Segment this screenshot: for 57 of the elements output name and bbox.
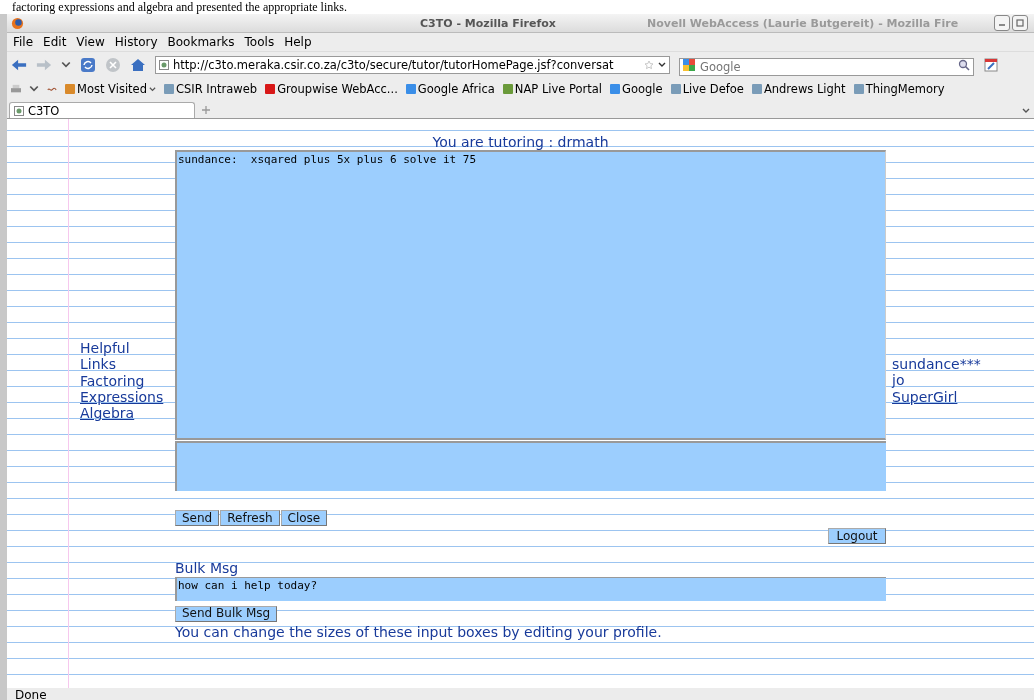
menu-item[interactable]: View [76, 35, 105, 49]
address-field[interactable]: http://c3to.meraka.csir.co.za/c3to/secure/tutor/tutorHomePage.jsf?conversat [155, 56, 670, 74]
user-link[interactable]: SuperGirl [892, 388, 981, 405]
menu-item[interactable]: File [13, 35, 34, 49]
bulk-message-input[interactable]: how can i help today? [175, 577, 886, 601]
tab-list-icon[interactable] [1022, 107, 1030, 115]
helpful-link[interactable]: Expressions [80, 388, 175, 406]
user-link[interactable]: sundance*** [892, 356, 981, 373]
message-input[interactable] [175, 441, 886, 491]
menu-item[interactable]: Edit [43, 35, 67, 49]
home-icon[interactable] [130, 57, 146, 73]
menu-item[interactable]: History [114, 35, 158, 49]
star-icon[interactable] [644, 60, 654, 70]
search-icon[interactable] [958, 59, 970, 71]
user-link[interactable]: jo [892, 372, 981, 389]
page-heading: You are tutoring : drmath [431, 134, 610, 150]
logout-button[interactable]: Logout [828, 528, 886, 544]
page-icon [14, 105, 24, 116]
menu-item[interactable]: Tools [244, 35, 275, 49]
new-tab-icon[interactable] [201, 105, 211, 115]
caret-icon[interactable] [658, 61, 666, 69]
bookmark-item[interactable]: Andrews Light [751, 82, 846, 96]
bookmark-item[interactable]: NAP Live Portal [502, 82, 603, 96]
dropdown-icon[interactable] [61, 60, 71, 70]
search-field[interactable]: Google [679, 58, 974, 76]
menu-item[interactable]: Help [284, 35, 312, 49]
caret-icon[interactable] [149, 85, 156, 93]
browser-tab[interactable]: C3TO [9, 102, 195, 118]
profile-note: You can change the sizes of these input boxes by editing your profile. [175, 623, 663, 641]
bookmark-item[interactable]: Most Visited [65, 82, 156, 96]
window-title: C3TO - Mozilla Firefox [420, 16, 556, 30]
bookmark-item[interactable]: Google Africa [405, 82, 495, 96]
back-icon[interactable] [11, 57, 27, 73]
helpful-link[interactable]: Factoring [80, 372, 175, 389]
menu-item[interactable]: Bookmarks [167, 35, 235, 49]
links-heading: Helpful Links [80, 340, 131, 373]
helpful-link[interactable]: Algebra [80, 405, 175, 422]
document-caption: factoring expressions and algebra and presented the appropriate links. [11, 0, 347, 14]
bookmark-item[interactable]: Groupwise WebAcc... [265, 82, 398, 96]
bulk-label: Bulk Msg [175, 560, 240, 577]
action-button[interactable]: Send [175, 510, 220, 526]
search-engine-icon[interactable] [683, 59, 695, 71]
send-bulk-button[interactable]: Send Bulk Msg [175, 605, 278, 622]
chat-log: sundance: xsqared plus 5x plus 6 solve it 75 [175, 150, 886, 440]
status-text: Done [15, 688, 47, 700]
reload-icon[interactable] [80, 57, 96, 73]
background-window-title: Novell WebAccess (Laurie Butgereit) - Mozilla Fire [647, 16, 959, 30]
bookmark-item[interactable]: Live Defoe [670, 82, 744, 96]
print-icon[interactable] [11, 84, 21, 94]
dropdown-icon[interactable] [29, 84, 39, 94]
action-button[interactable]: Refresh [220, 510, 280, 526]
notepad-icon[interactable] [983, 57, 999, 73]
bookmark-item[interactable]: Google [610, 82, 663, 96]
bookmark-item[interactable]: CSIR Intraweb [164, 82, 258, 96]
bookmark-item[interactable]: ThingMemory [853, 82, 945, 96]
action-button[interactable]: Close [280, 510, 328, 526]
page-icon [159, 60, 169, 70]
